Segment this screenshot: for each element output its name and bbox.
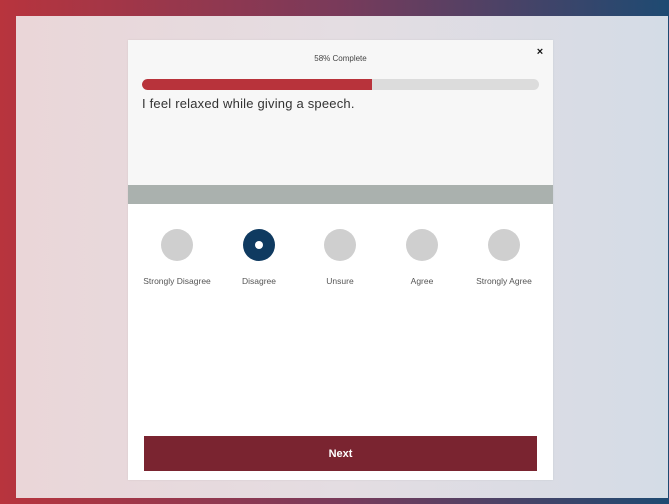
radio-agree[interactable]	[406, 229, 438, 261]
question-panel: 58% Complete × I feel relaxed while givi…	[128, 40, 553, 185]
option-label: Unsure	[326, 276, 354, 286]
option-agree[interactable]: Agree	[382, 229, 462, 292]
page-frame: 58% Complete × I feel relaxed while givi…	[0, 0, 669, 504]
survey-card: 58% Complete × I feel relaxed while givi…	[128, 40, 553, 480]
option-strongly-agree[interactable]: Strongly Agree	[464, 229, 544, 292]
option-label: Disagree	[241, 276, 277, 286]
close-button[interactable]: ×	[531, 43, 549, 61]
next-button[interactable]: Next	[144, 436, 537, 471]
option-label: Strongly Disagree	[143, 276, 211, 286]
radio-strongly-agree[interactable]	[488, 229, 520, 261]
option-unsure[interactable]: Unsure	[300, 229, 380, 292]
answer-options: Strongly Disagree Disagree Unsure Agree …	[128, 229, 553, 329]
radio-disagree[interactable]	[243, 229, 275, 261]
radio-strongly-disagree[interactable]	[161, 229, 193, 261]
divider-band	[128, 185, 553, 204]
option-disagree[interactable]: Disagree	[219, 229, 299, 292]
option-strongly-disagree[interactable]: Strongly Disagree	[137, 229, 217, 292]
progress-bar-fill	[142, 79, 373, 90]
radio-unsure[interactable]	[324, 229, 356, 261]
option-label: Strongly Agree	[476, 276, 532, 286]
close-icon: ×	[536, 46, 544, 58]
option-label: Agree	[410, 276, 434, 286]
question-text: I feel relaxed while giving a speech.	[142, 96, 355, 111]
progress-bar	[142, 79, 539, 90]
progress-label: 58% Complete	[314, 54, 367, 63]
